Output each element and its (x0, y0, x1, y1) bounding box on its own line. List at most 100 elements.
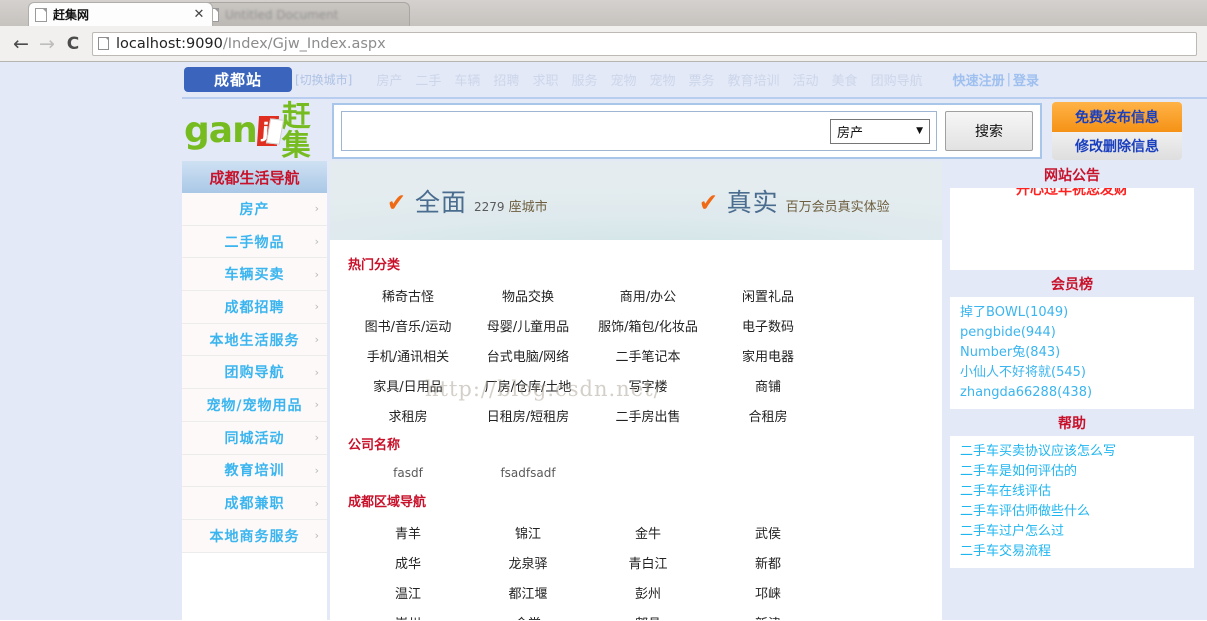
category-link[interactable]: 合租房 (708, 400, 828, 430)
top-nav-item-7[interactable]: 宠物 (649, 70, 675, 89)
category-link[interactable]: 母婴/儿童用品 (468, 310, 588, 340)
register-link[interactable]: 快速注册 (953, 70, 1005, 89)
top-nav-item-5[interactable]: 服务 (571, 70, 597, 89)
category-link[interactable]: 厂房/仓库/土地 (468, 370, 588, 400)
district-link[interactable]: 成华 (348, 547, 468, 577)
sidebar-item-ershouwupin[interactable]: 二手物品 › (182, 225, 327, 259)
category-link[interactable]: 商用/办公 (588, 280, 708, 310)
edit-delete-info-button[interactable]: 修改删除信息 (1052, 132, 1182, 160)
sidebar-item-chengdujianzhi[interactable]: 成都兼职 › (182, 487, 327, 520)
district-link[interactable]: 邛崃 (708, 577, 828, 607)
sidebar-item-bendishenghuofuwu[interactable]: 本地生活服务 › (182, 323, 327, 357)
back-icon[interactable]: ← (8, 31, 34, 57)
district-link[interactable]: 青羊 (348, 517, 468, 547)
logo-latin-text: gan (184, 110, 258, 151)
top-nav-item-1[interactable]: 二手 (415, 70, 441, 89)
sidebar-item-tuangoudaohang[interactable]: 团购导航 › (182, 356, 327, 390)
chevron-down-icon: ▼ (916, 126, 923, 136)
top-nav-item-6[interactable]: 宠物 (610, 70, 636, 89)
login-link[interactable]: 登录 (1013, 70, 1039, 89)
top-nav-item-11[interactable]: 美食 (832, 70, 858, 89)
announcement-title: 网站公告 (1044, 168, 1100, 184)
category-link[interactable]: 手机/通讯相关 (348, 340, 468, 370)
help-link[interactable]: 二手车过户怎么过 (960, 522, 1194, 542)
help-link[interactable]: 二手车在线评估 (960, 482, 1194, 502)
district-link[interactable]: 崇州 (348, 607, 468, 621)
district-link[interactable]: 青白江 (588, 547, 708, 577)
browser-tab-active[interactable]: 赶集网 ✕ (28, 2, 213, 26)
member-link[interactable]: 掉了BOWL(1049) (960, 303, 1194, 323)
address-bar[interactable]: localhost:9090/Index/Gjw_Index.aspx (92, 31, 1197, 56)
district-link[interactable]: 武侯 (708, 517, 828, 547)
top-nav-item-3[interactable]: 招聘 (493, 70, 519, 89)
top-nav-item-12[interactable]: 团购导航 (871, 70, 923, 89)
category-link[interactable]: 服饰/箱包/化妆品 (588, 310, 708, 340)
browser-tab-inactive[interactable]: Untitled Document (200, 2, 410, 26)
sidebar-item-label: 成都招聘 (224, 299, 285, 316)
top-nav-item-8[interactable]: 票务 (689, 70, 715, 89)
district-link[interactable]: 锦江 (468, 517, 588, 547)
sidebar-item-label: 教育培训 (224, 463, 285, 480)
help-panel: 二手车买卖协议应该怎么写 二手车是如何评估的 二手车在线评估 二手车评估师做些什… (950, 436, 1194, 568)
sidebar-item-cheliangmaimai[interactable]: 车辆买卖 › (182, 258, 327, 292)
top-nav-item-4[interactable]: 求职 (532, 70, 558, 89)
member-link[interactable]: pengbide(944) (960, 323, 1194, 343)
help-link[interactable]: 二手车交易流程 (960, 542, 1194, 562)
category-link[interactable]: 台式电脑/网络 (468, 340, 588, 370)
district-link[interactable]: 新都 (708, 547, 828, 577)
top-nav-item-10[interactable]: 活动 (793, 70, 819, 89)
sidebar-item-chongwu[interactable]: 宠物/宠物用品 › (182, 389, 327, 422)
top-nav-item-9[interactable]: 教育培训 (728, 70, 780, 89)
member-link[interactable]: zhangda66288(438) (960, 383, 1194, 403)
post-free-info-button[interactable]: 免费发布信息 (1052, 102, 1182, 132)
sidebar-item-jiaoyupeixun[interactable]: 教育培训 › (182, 454, 327, 488)
category-link[interactable]: 写字楼 (588, 370, 708, 400)
search-field-wrapper[interactable]: 房产 ▼ (341, 111, 937, 151)
category-link[interactable]: 电子数码 (708, 310, 828, 340)
search-category-select[interactable]: 房产 ▼ (830, 118, 930, 144)
sidebar-item-chengduzhaopin[interactable]: 成都招聘 › (182, 291, 327, 324)
company-link[interactable]: fsadfsadf (468, 460, 588, 486)
forward-icon[interactable]: → (34, 31, 60, 57)
sidebar-title: 成都生活导航 (182, 161, 327, 193)
reload-icon[interactable]: C (60, 31, 86, 57)
close-icon[interactable]: ✕ (192, 8, 206, 21)
category-link[interactable]: 稀奇古怪 (348, 280, 468, 310)
district-link[interactable]: 彭州 (588, 577, 708, 607)
district-link[interactable]: 龙泉驿 (468, 547, 588, 577)
district-link[interactable]: 温江 (348, 577, 468, 607)
promo-item-zhenshi: ✔ 真实 百万会员真实体验 (698, 183, 890, 219)
category-link[interactable]: 日租房/短租房 (468, 400, 588, 430)
sidebar-item-tongchenghuodong[interactable]: 同城活动 › (182, 421, 327, 455)
member-link[interactable]: 小仙人不好将就(545) (960, 363, 1194, 383)
category-link[interactable]: 闲置礼品 (708, 280, 828, 310)
top-nav-item-0[interactable]: 房产 (376, 70, 402, 89)
category-link[interactable]: 家具/日用品 (348, 370, 468, 400)
member-link[interactable]: Number兔(843) (960, 343, 1194, 363)
category-link[interactable]: 求租房 (348, 400, 468, 430)
help-link[interactable]: 二手车是如何评估的 (960, 462, 1194, 482)
company-link[interactable]: fasdf (348, 460, 468, 486)
tab-title-active: 赶集网 (53, 8, 90, 22)
help-link[interactable]: 二手车买卖协议应该怎么写 (960, 442, 1194, 462)
switch-city-link[interactable]: [切换城市] (295, 71, 352, 88)
sidebar-item-label: 车辆买卖 (224, 267, 285, 284)
top-nav-item-2[interactable]: 车辆 (454, 70, 480, 89)
district-link[interactable]: 新津 (708, 607, 828, 621)
district-link[interactable]: 郫县 (588, 607, 708, 621)
district-link[interactable]: 金堂 (468, 607, 588, 621)
district-link[interactable]: 金牛 (588, 517, 708, 547)
category-link[interactable]: 二手房出售 (588, 400, 708, 430)
sidebar-item-bendishangwufuwu[interactable]: 本地商务服务 › (182, 519, 327, 553)
category-link[interactable]: 家用电器 (708, 340, 828, 370)
help-link[interactable]: 二手车评估师做些什么 (960, 502, 1194, 522)
ganji-logo[interactable]: gan ji 赶集 (182, 102, 332, 160)
category-link[interactable]: 物品交换 (468, 280, 588, 310)
sidebar-item-fangchan[interactable]: 房产 › (182, 193, 327, 226)
category-link[interactable]: 商铺 (708, 370, 828, 400)
district-link[interactable]: 都江堰 (468, 577, 588, 607)
category-link[interactable]: 二手笔记本 (588, 340, 708, 370)
city-selector-button[interactable]: 成都站 (184, 67, 292, 92)
category-link[interactable]: 图书/音乐/运动 (348, 310, 468, 340)
search-button[interactable]: 搜索 (945, 111, 1033, 151)
